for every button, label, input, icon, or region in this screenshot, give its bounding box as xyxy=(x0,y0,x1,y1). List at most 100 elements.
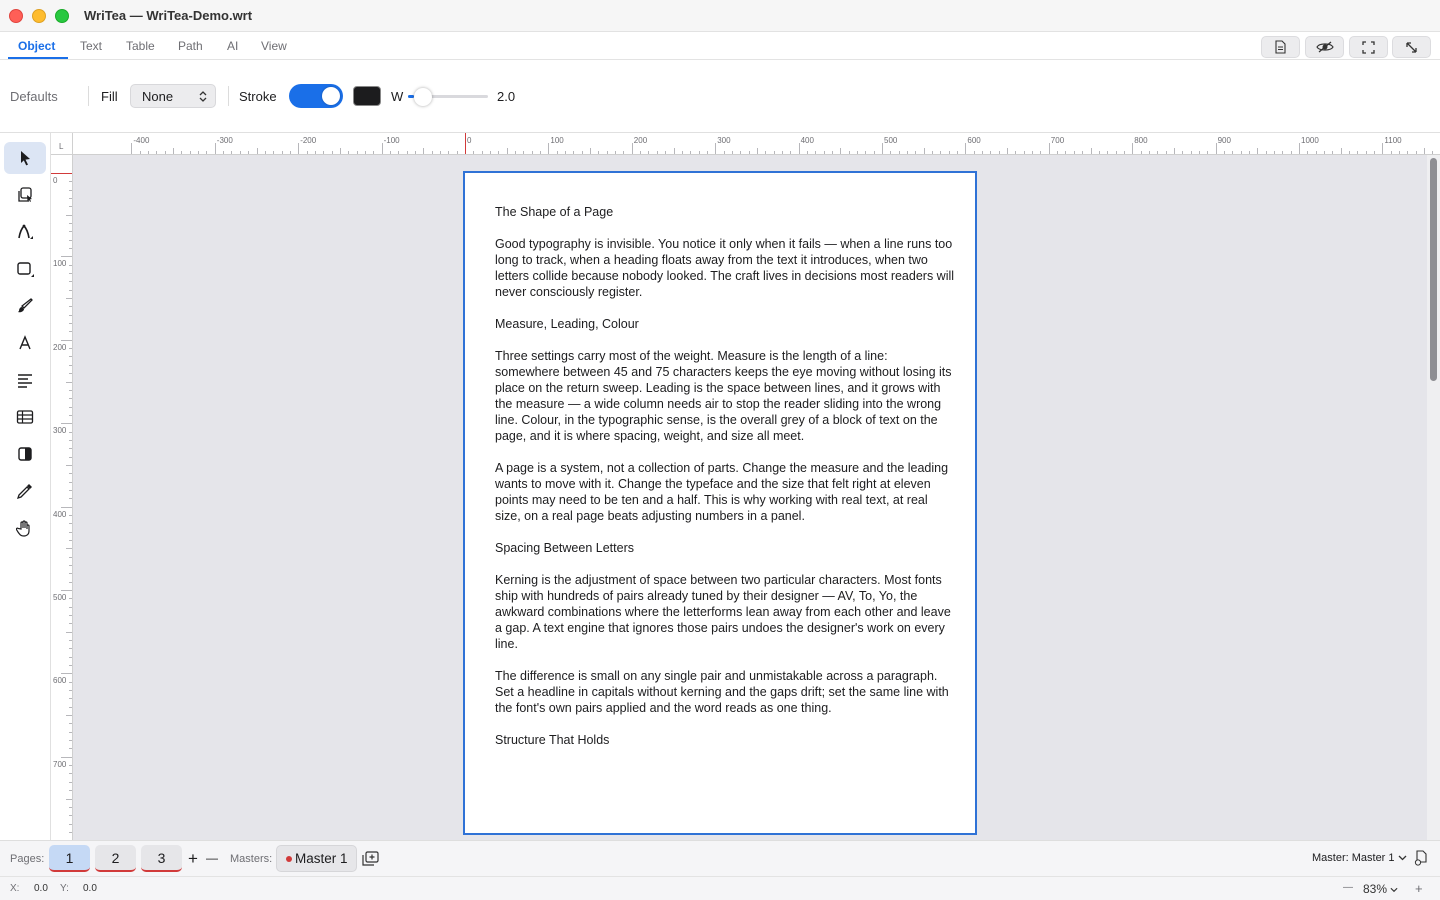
ruler-tick xyxy=(61,673,72,675)
remove-page-button[interactable]: — xyxy=(206,851,218,865)
heading: Measure, Leading, Colour xyxy=(495,317,639,331)
zoom-select[interactable]: 83% xyxy=(1363,882,1398,896)
eyedropper-icon xyxy=(16,484,32,500)
zoom-in-button[interactable]: + xyxy=(1415,881,1423,896)
master-select[interactable]: Master: Master 1 xyxy=(1312,852,1407,864)
ruler-label: 1100 xyxy=(1384,136,1402,145)
fill-value: None xyxy=(142,89,174,104)
ruler-tick xyxy=(298,143,300,154)
page-button-3[interactable]: 3 xyxy=(141,845,182,872)
scrollbar-thumb[interactable] xyxy=(1430,158,1437,381)
add-master-button[interactable] xyxy=(362,851,379,871)
heading: The Shape of a Page xyxy=(495,205,614,219)
vertical-ruler[interactable]: 0 100 200 300 400 500 600 700 xyxy=(51,155,73,840)
tab-object[interactable]: Object xyxy=(18,39,55,53)
hand-icon xyxy=(16,520,30,537)
page-button-2[interactable]: 2 xyxy=(95,845,136,872)
eyedropper-tool[interactable] xyxy=(4,475,46,507)
tab-text[interactable]: Text xyxy=(80,39,102,53)
tools-panel xyxy=(0,133,51,840)
document-page[interactable]: The Shape of a Page Good typography is i… xyxy=(463,171,977,835)
letter-a-icon xyxy=(19,335,31,350)
stroke-color-swatch[interactable] xyxy=(353,86,381,106)
window-title: WriTea — WriTea-Demo.wrt xyxy=(84,8,253,23)
zoom-out-button[interactable]: — xyxy=(1343,882,1353,893)
half-square-icon xyxy=(18,447,32,461)
table-icon xyxy=(16,410,34,424)
ruler-tick xyxy=(631,143,633,154)
width-label: W xyxy=(391,89,404,104)
hide-guides-button[interactable] xyxy=(1305,36,1344,58)
chevron-down-icon xyxy=(1390,887,1398,893)
ruler-minor-tick xyxy=(1424,148,1426,154)
ruler-label: -100 xyxy=(383,136,400,145)
tab-ai[interactable]: AI xyxy=(227,39,238,53)
ruler-tick xyxy=(1299,143,1300,154)
ruler-corner[interactable]: L xyxy=(51,133,73,155)
ruler-label: 900 xyxy=(1217,136,1231,145)
fill-select[interactable]: None xyxy=(130,84,216,108)
text-frame[interactable]: The Shape of a Page Good typography is i… xyxy=(495,204,955,764)
page-settings-button[interactable] xyxy=(1414,850,1428,871)
ruler-label: 800 xyxy=(1134,136,1148,145)
ruler-label: 100 xyxy=(550,136,564,145)
ruler-tick xyxy=(51,173,72,174)
properties-bar: Defaults Fill None Stroke W 2.0 xyxy=(0,60,1440,133)
text-tool[interactable] xyxy=(4,327,46,359)
ruler-tick xyxy=(61,506,72,508)
stroke-toggle[interactable] xyxy=(289,84,343,108)
eye-slash-icon xyxy=(1315,41,1334,53)
add-page-button[interactable]: + xyxy=(188,849,198,869)
ruler-label: 600 xyxy=(967,136,981,145)
divider xyxy=(228,86,229,106)
brush-icon xyxy=(18,298,33,313)
direct-select-tool[interactable] xyxy=(4,179,46,211)
ruler-tick xyxy=(61,423,72,425)
ruler-label: -400 xyxy=(133,136,150,145)
ruler-minor-tick xyxy=(1007,148,1009,154)
paragraph: The difference is small on any single pa… xyxy=(495,669,949,715)
select-tool[interactable] xyxy=(4,142,46,174)
brush-tool[interactable] xyxy=(4,290,46,322)
add-master-icon xyxy=(362,851,379,866)
heading: Spacing Between Letters xyxy=(495,541,634,555)
text-flow-tool[interactable] xyxy=(4,364,46,396)
toggle-knob xyxy=(322,87,340,105)
x-value: 0.0 xyxy=(34,883,48,894)
horizontal-ruler[interactable]: -400 -300 -200 -100 0 100 200 300 400 500 600 700 80… xyxy=(73,133,1440,155)
pen-tool[interactable] xyxy=(4,216,46,248)
tab-path[interactable]: Path xyxy=(178,39,203,53)
master-select-value: Master: Master 1 xyxy=(1312,852,1395,864)
ruler-tick xyxy=(131,143,133,154)
tab-table[interactable]: Table xyxy=(126,39,155,53)
close-window-button[interactable] xyxy=(9,9,23,23)
ruler-label: 500 xyxy=(53,593,67,602)
zoom-window-button[interactable] xyxy=(55,9,69,23)
ruler-label: 500 xyxy=(884,136,898,145)
shape-tool[interactable] xyxy=(4,253,46,285)
gradient-tool[interactable] xyxy=(4,438,46,470)
page-button-1[interactable]: 1 xyxy=(49,845,90,872)
master-button[interactable]: Master 1 xyxy=(276,845,357,872)
ruler-minor-tick xyxy=(66,464,72,466)
tab-view[interactable]: View xyxy=(261,39,287,53)
hand-tool[interactable] xyxy=(4,512,46,544)
ruler-minor-tick xyxy=(673,148,675,154)
vertical-scrollbar[interactable] xyxy=(1427,155,1440,840)
ruler-label: 600 xyxy=(53,676,67,686)
document-view-button[interactable] xyxy=(1261,36,1300,58)
ruler-tick xyxy=(798,143,800,154)
minimize-window-button[interactable] xyxy=(32,9,46,23)
ruler-tick xyxy=(214,143,216,154)
ruler-minor-tick xyxy=(66,381,72,383)
fullscreen-button[interactable] xyxy=(1349,36,1388,58)
ruler-tick xyxy=(465,133,466,154)
ruler-tick xyxy=(715,143,717,154)
expand-button[interactable] xyxy=(1392,36,1431,58)
ruler-label: 400 xyxy=(800,136,814,145)
chevron-down-icon xyxy=(1398,855,1407,861)
pen-nib-icon xyxy=(18,224,33,239)
ruler-minor-tick xyxy=(1173,148,1175,154)
table-tool[interactable] xyxy=(4,401,46,433)
ruler-minor-tick xyxy=(423,148,425,154)
